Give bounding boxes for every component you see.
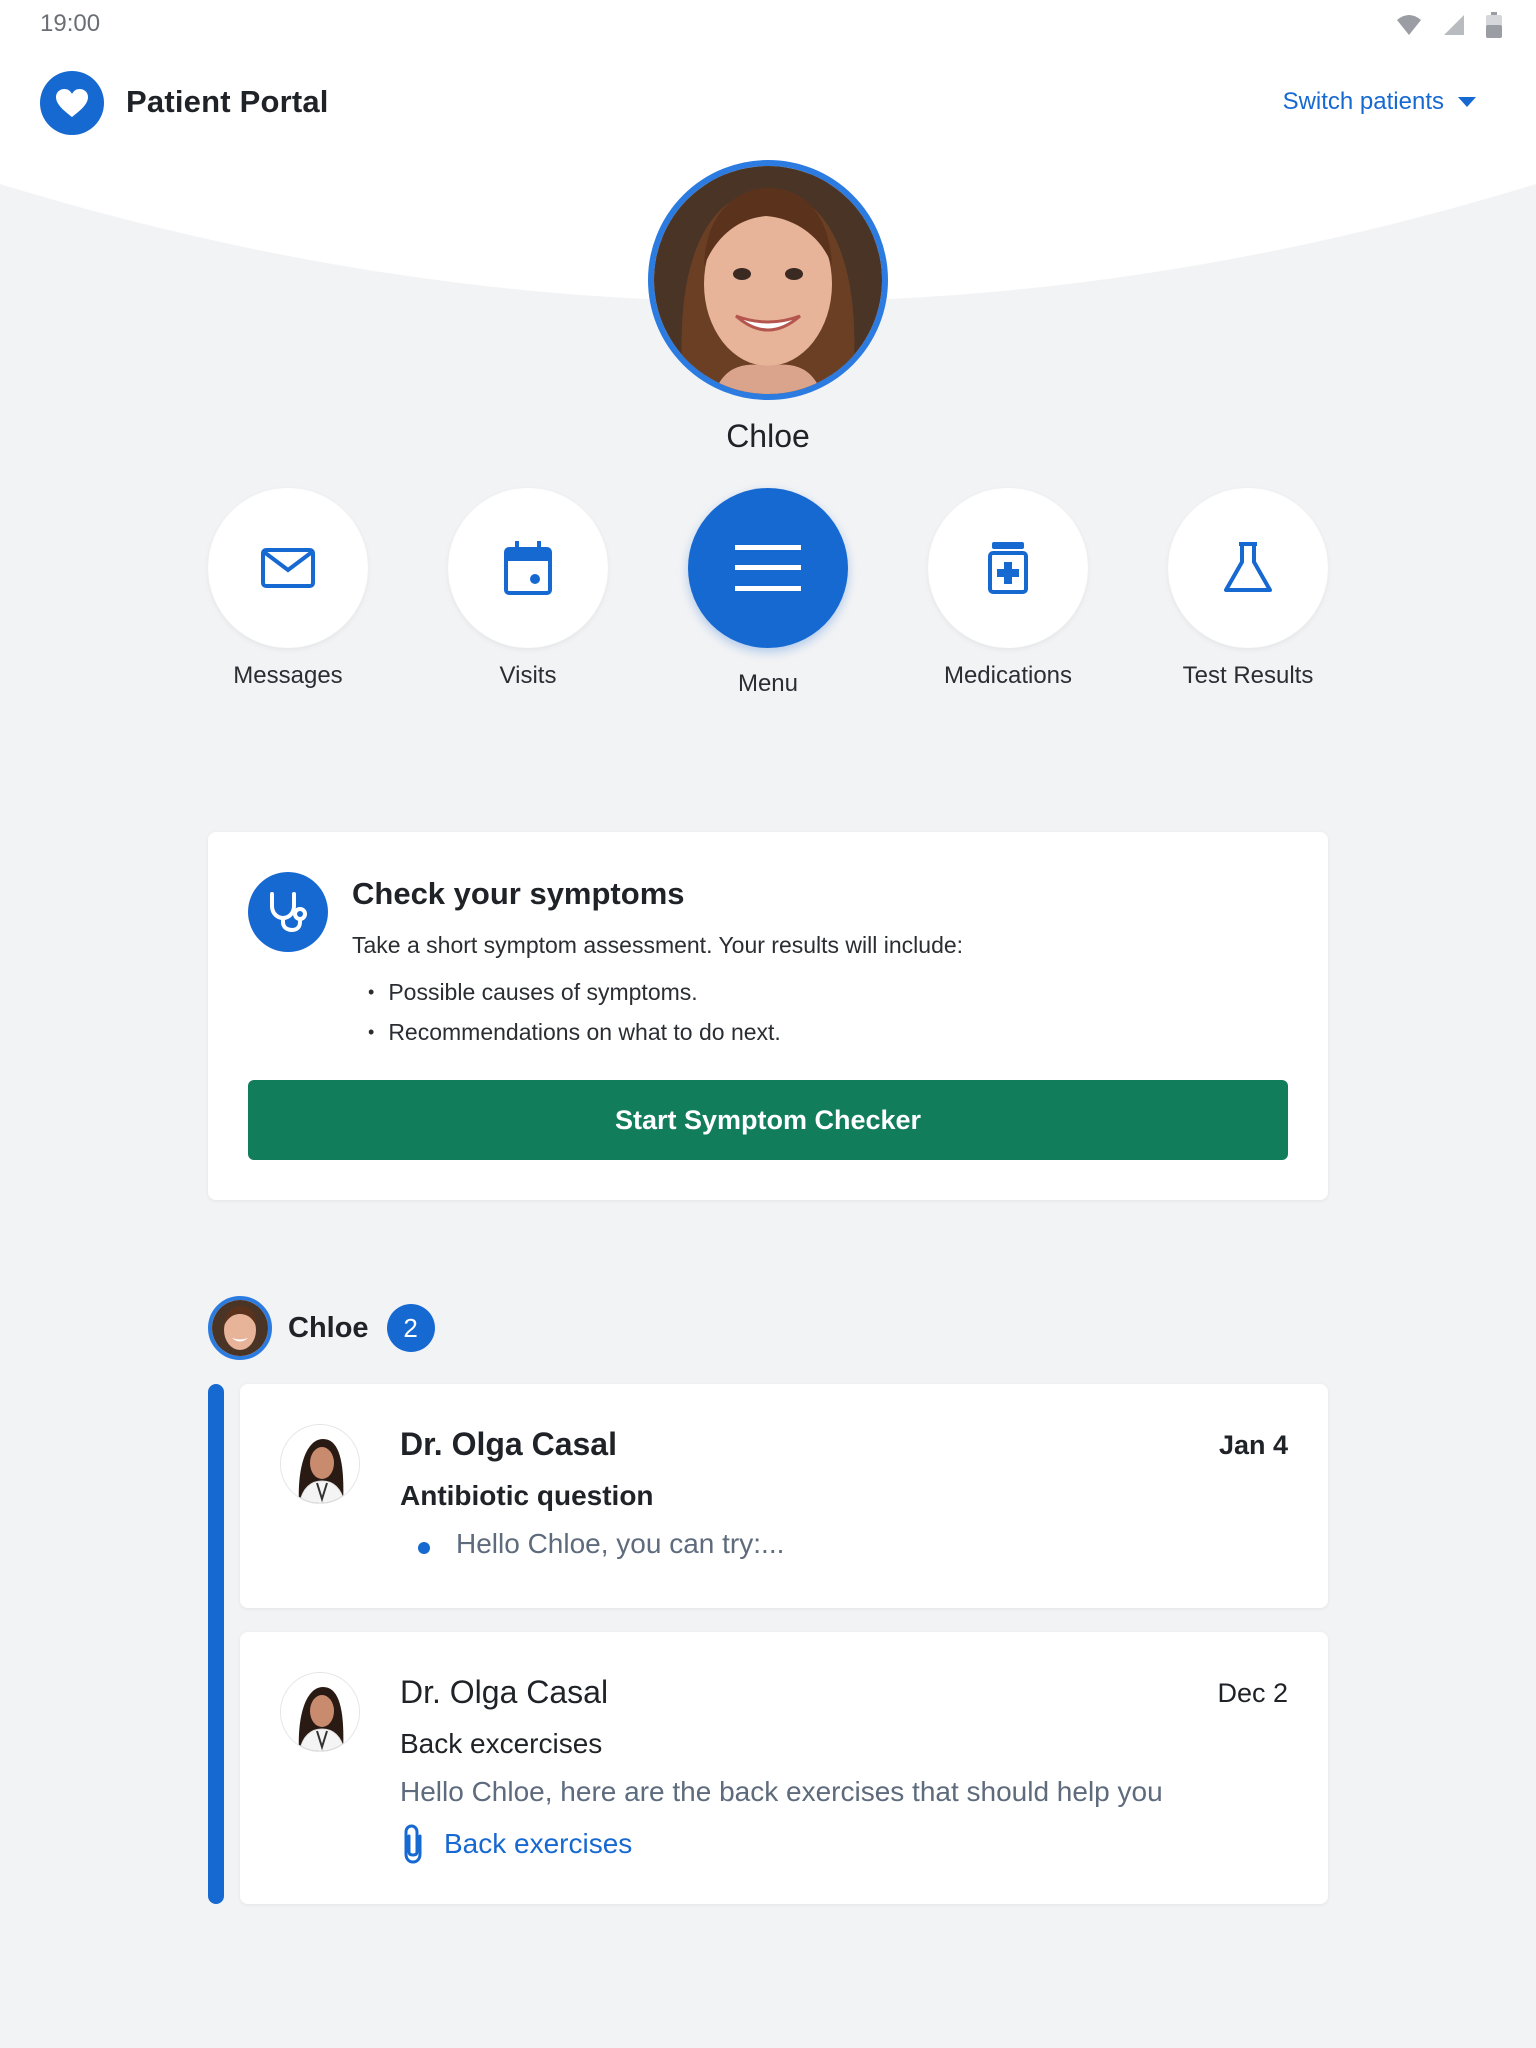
cellular-signal-icon — [1444, 15, 1464, 35]
action-visits[interactable]: Visits — [418, 488, 638, 690]
symptom-card-title: Check your symptoms — [352, 876, 685, 911]
symptom-checker-card: Check your symptoms Take a short symptom… — [208, 832, 1328, 1200]
action-menu[interactable]: Menu — [658, 488, 878, 698]
doctor-avatar — [280, 1672, 360, 1752]
message-sender: Dr. Olga Casal — [400, 1426, 617, 1462]
quick-actions: Messages Visits Menu Medications Test Re… — [0, 488, 1536, 708]
list-item: Recommendations on what to do next. — [368, 1012, 781, 1052]
message-preview: Hello Chloe, you can try:... — [456, 1528, 785, 1559]
unread-count-badge: 2 — [386, 1304, 435, 1352]
symptom-card-bullets: Possible causes of symptoms. Recommendat… — [368, 972, 781, 1052]
message-subject: Back excercises — [400, 1728, 603, 1759]
envelope-icon — [261, 548, 315, 588]
symptom-card-description: Take a short symptom assessment. Your re… — [352, 932, 964, 958]
profile-name: Chloe — [726, 418, 810, 454]
doctor-avatar — [280, 1424, 360, 1504]
switch-patients-label: Switch patients — [1282, 88, 1444, 115]
messages-button[interactable] — [208, 488, 368, 648]
attachment-label: Back exercises — [444, 1828, 633, 1859]
test-results-button[interactable] — [1168, 488, 1328, 648]
wifi-icon — [1397, 15, 1421, 35]
action-label: Messages — [233, 662, 343, 689]
avatar — [208, 1296, 272, 1360]
heart-logo-icon — [40, 71, 104, 135]
message-preview: Hello Chloe, here are the back exercises… — [400, 1776, 1163, 1807]
list-item: Possible causes of symptoms. — [368, 972, 781, 1012]
medication-bottle-icon — [988, 542, 1028, 594]
flask-icon — [1224, 542, 1272, 592]
profile-avatar[interactable] — [648, 160, 888, 400]
message-date: Dec 2 — [1217, 1678, 1288, 1708]
conversation-group-name: Chloe — [288, 1311, 369, 1344]
start-symptom-checker-button[interactable]: Start Symptom Checker — [248, 1080, 1288, 1160]
calendar-icon — [504, 541, 552, 595]
status-time: 19:00 — [40, 10, 101, 37]
thread-indicator-bar — [208, 1384, 224, 1904]
action-label: Visits — [499, 662, 557, 689]
action-test-results[interactable]: Test Results — [1138, 488, 1358, 690]
unread-dot-icon — [418, 1542, 430, 1554]
message-card[interactable]: Dr. Olga Casal Dec 2 Back excercises Hel… — [240, 1632, 1328, 1904]
switch-patients-button[interactable]: Switch patients — [1283, 88, 1476, 116]
stethoscope-icon — [248, 872, 328, 952]
action-label: Menu — [737, 670, 799, 697]
action-medications[interactable]: Medications — [898, 488, 1118, 690]
medications-button[interactable] — [928, 488, 1088, 648]
action-messages[interactable]: Messages — [178, 488, 398, 690]
conversation-group-header[interactable]: Chloe 2 — [208, 1296, 435, 1360]
visits-button[interactable] — [448, 488, 608, 648]
message-card[interactable]: Dr. Olga Casal Jan 4 Antibiotic question… — [240, 1384, 1328, 1608]
dropdown-arrow-icon — [1458, 97, 1476, 107]
action-label: Test Results — [1182, 662, 1314, 689]
app-title: Patient Portal — [126, 84, 329, 119]
status-bar: 19:00 — [0, 0, 1536, 48]
paperclip-icon — [404, 1824, 422, 1864]
menu-button[interactable] — [688, 488, 848, 648]
hamburger-menu-icon — [735, 545, 801, 591]
status-icons — [1396, 12, 1502, 38]
message-subject: Antibiotic question — [400, 1480, 654, 1511]
message-date: Jan 4 — [1218, 1430, 1288, 1460]
app-bar: Patient Portal Switch patients — [0, 68, 1536, 140]
action-label: Medications — [943, 662, 1073, 689]
attachment-link[interactable]: Back exercises — [400, 1824, 632, 1864]
battery-icon — [1486, 12, 1502, 38]
message-sender: Dr. Olga Casal — [400, 1674, 609, 1710]
